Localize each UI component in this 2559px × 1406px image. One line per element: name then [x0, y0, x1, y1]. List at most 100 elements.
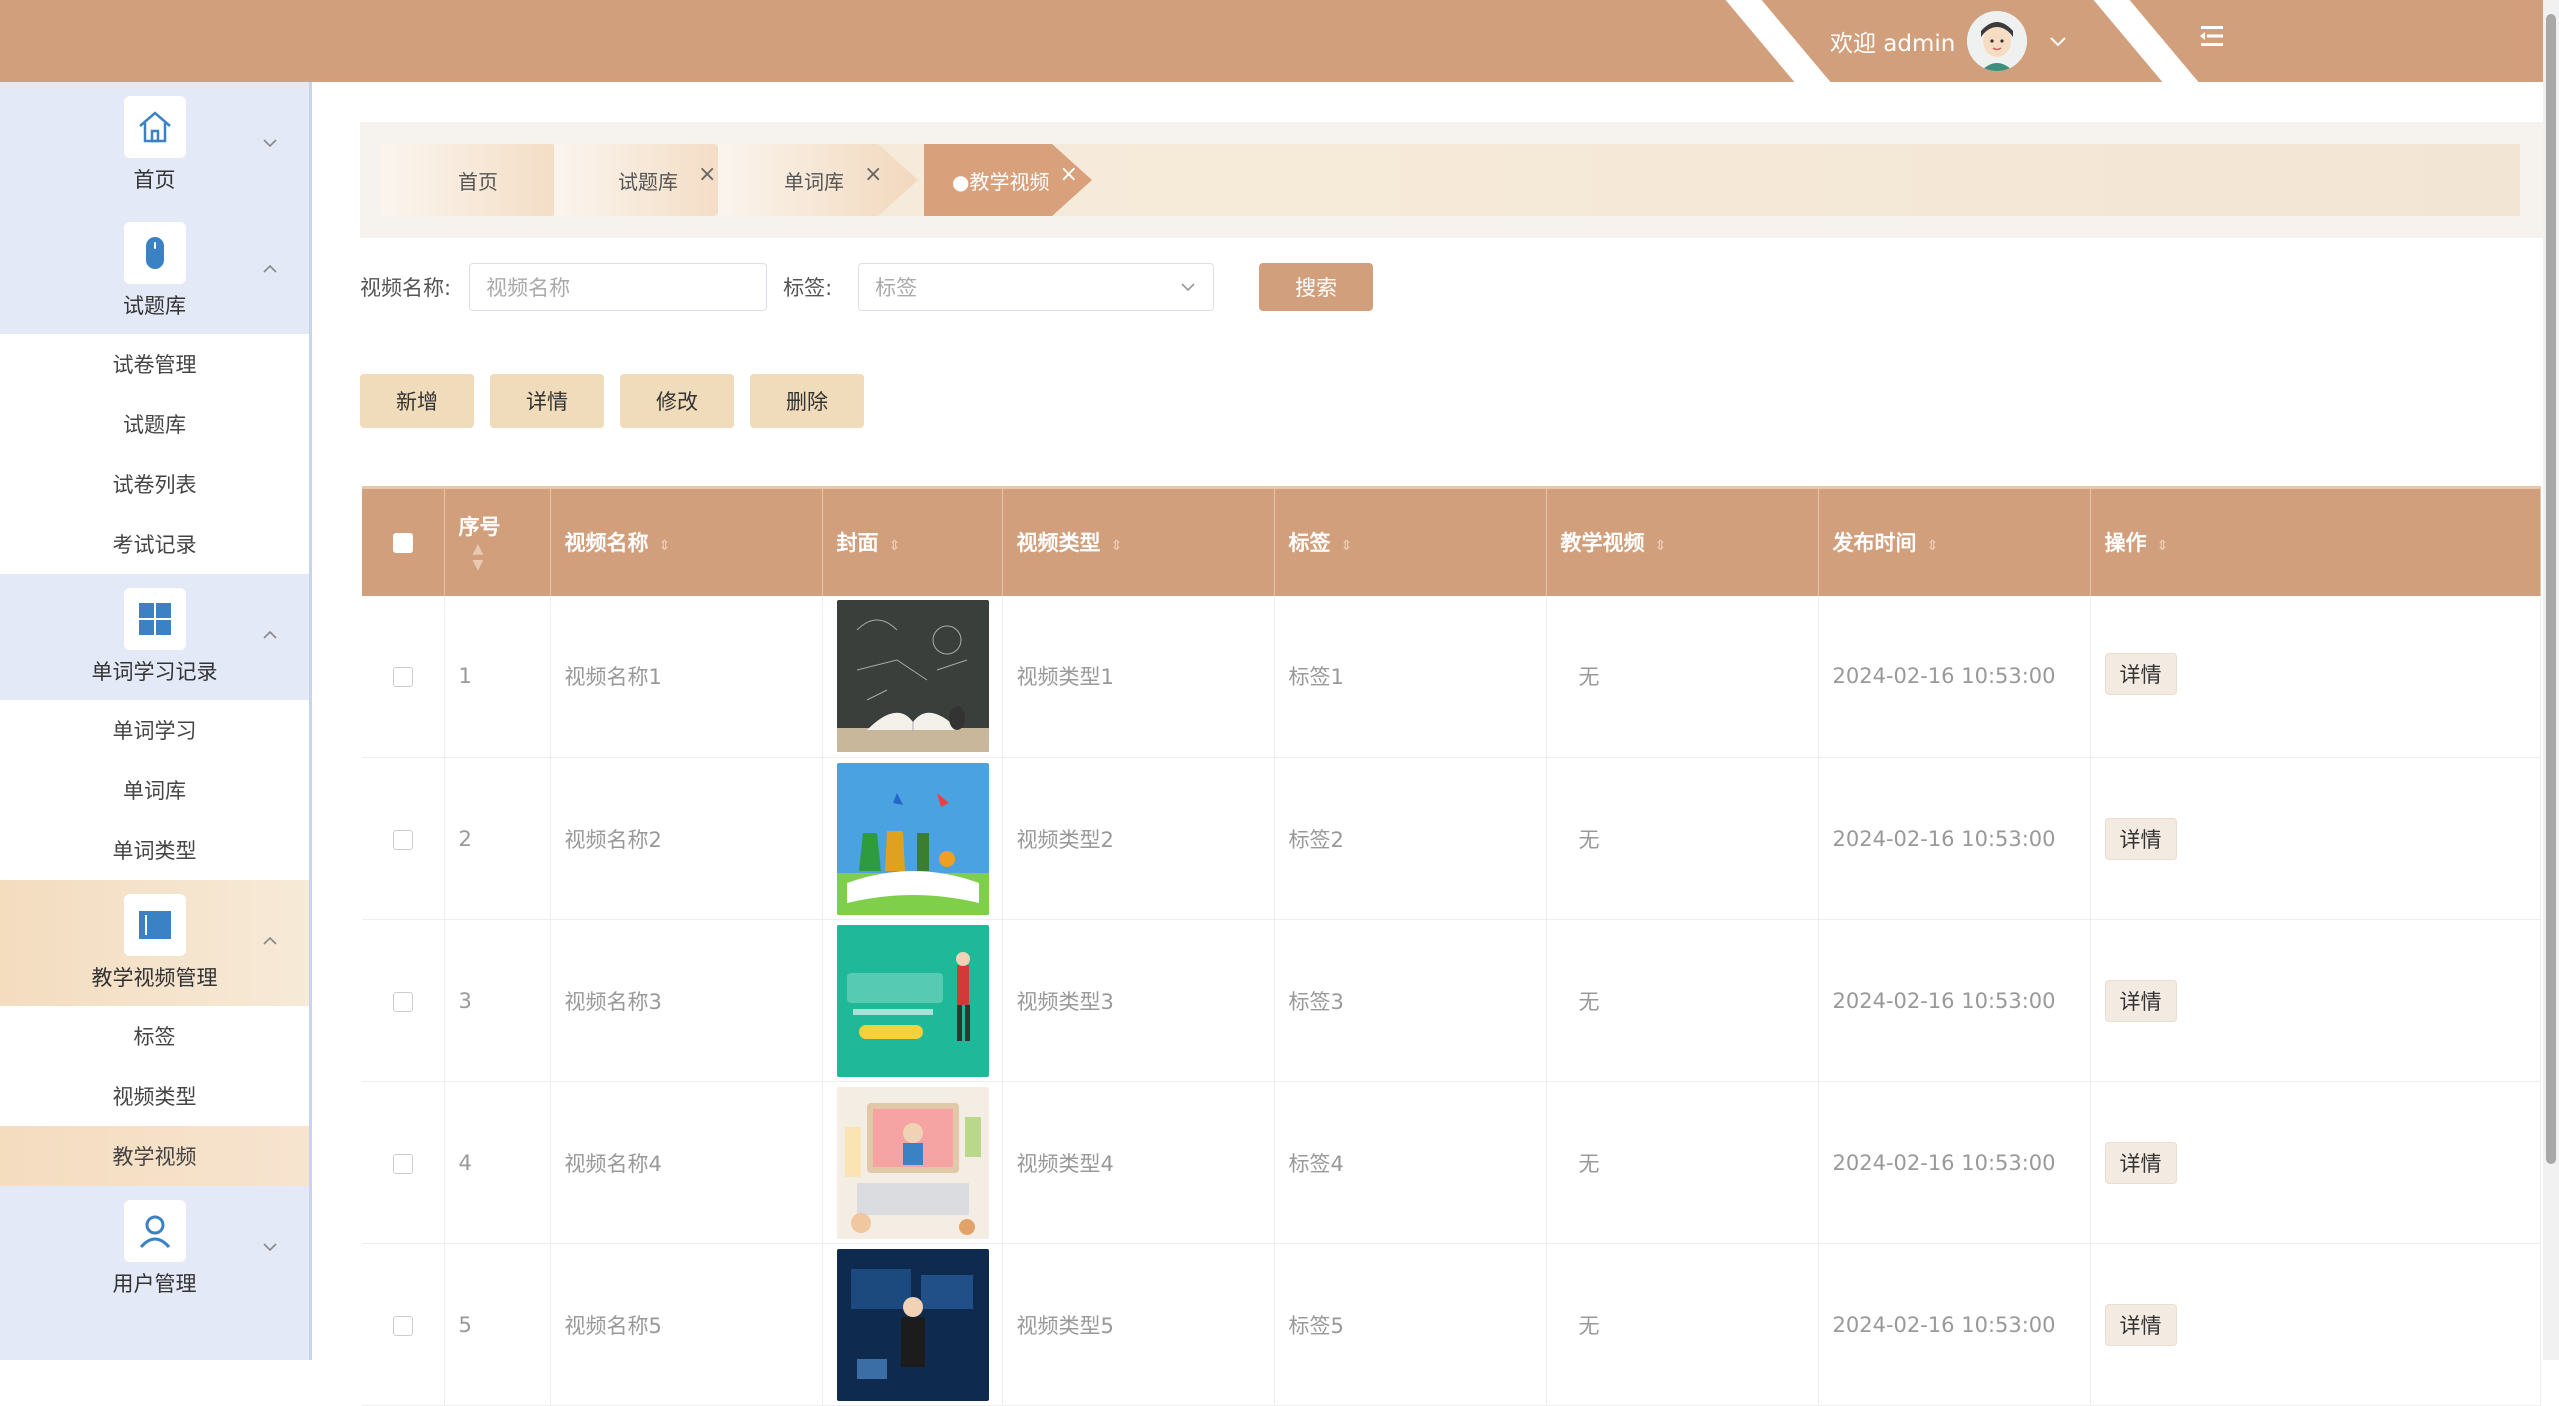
delete-button[interactable]: 删除 — [750, 374, 864, 428]
sidebar-item-tags[interactable]: 标签 — [0, 1006, 309, 1066]
chevron-up-icon[interactable] — [261, 626, 279, 644]
cover-thumbnail[interactable] — [836, 1086, 989, 1239]
sidebar-group-home[interactable]: 首页 — [0, 82, 309, 208]
mouse-icon — [145, 237, 164, 269]
column-header-video-type[interactable]: 视频类型 ⇕ — [1002, 486, 1275, 596]
avatar[interactable] — [1967, 11, 2028, 71]
user-menu[interactable]: 欢迎 admin — [1830, 0, 2069, 82]
avatar-icon — [1967, 11, 2028, 71]
sort-icon[interactable]: ⇕ — [889, 538, 901, 554]
cell-cover — [822, 1081, 1003, 1244]
column-header-video-name[interactable]: 视频名称 ⇕ — [550, 486, 823, 596]
close-icon[interactable]: × — [864, 162, 882, 187]
close-icon[interactable]: × — [698, 162, 716, 187]
sort-icon[interactable]: ⇕ — [1655, 538, 1667, 554]
row-select-cell — [362, 1081, 445, 1244]
sidebar-item-exam-records[interactable]: 考试记录 — [0, 514, 309, 574]
column-header-teaching-video[interactable]: 教学视频 ⇕ — [1546, 486, 1819, 596]
sidebar-item-video-type[interactable]: 视频类型 — [0, 1066, 309, 1126]
row-select-cell — [362, 919, 445, 1082]
row-detail-button[interactable]: 详情 — [2104, 979, 2177, 1022]
tag-select[interactable]: 标签 — [858, 263, 1215, 311]
row-detail-button[interactable]: 详情 — [2104, 817, 2177, 860]
row-checkbox[interactable] — [392, 991, 413, 1012]
row-checkbox[interactable] — [392, 829, 413, 850]
table-row[interactable]: 1 视频名称1 视频类型1 标签1 无 2024-02-16 10:53:00 … — [362, 595, 2541, 758]
chevron-up-icon[interactable] — [261, 260, 279, 278]
sidebar-group-teaching-video[interactable]: 教学视频管理 — [0, 880, 309, 1006]
tab-label: 试题库 — [618, 169, 678, 194]
cell-video-type: 视频类型5 — [1002, 1243, 1275, 1406]
sort-icon[interactable]: ⇕ — [1927, 538, 1939, 554]
sort-icon[interactable]: ⇕ — [2157, 538, 2169, 554]
row-detail-button[interactable]: 详情 — [2104, 1141, 2177, 1184]
column-header-index[interactable]: 序号 ▲ ▼ — [444, 486, 551, 596]
table-row[interactable]: 2 视频名称2 视频类型2 标签2 无 2024-02-16 10:53:00 … — [362, 757, 2541, 920]
cover-thumbnail[interactable] — [836, 924, 989, 1077]
sidebar-item-exam-paper-list[interactable]: 试卷列表 — [0, 454, 309, 514]
sidebar-item-question-bank[interactable]: 试题库 — [0, 394, 309, 454]
cell-video-name: 视频名称1 — [550, 595, 823, 758]
sidebar-group-question-bank[interactable]: 试题库 — [0, 208, 309, 334]
cell-teaching-video: 无 — [1546, 1243, 1819, 1406]
sort-icon[interactable]: ⇕ — [1111, 538, 1123, 554]
chevron-down-icon[interactable] — [261, 1238, 279, 1256]
cell-tag: 标签1 — [1274, 595, 1547, 758]
sort-icon[interactable]: ⇕ — [1341, 538, 1353, 554]
table-row[interactable]: 4 视频名称4 视频类型4 标签4 无 2024-02-16 10:53:00 … — [362, 1081, 2541, 1244]
welcome-text: 欢迎 admin — [1830, 31, 1956, 57]
cover-thumbnail[interactable] — [836, 762, 989, 915]
cell-index: 3 — [444, 919, 551, 1082]
column-header-tag[interactable]: 标签 ⇕ — [1274, 486, 1547, 596]
close-icon[interactable]: × — [1059, 162, 1077, 187]
search-button[interactable]: 搜索 — [1259, 263, 1374, 311]
tab-word-bank[interactable]: 单词库 × — [718, 144, 918, 216]
row-detail-button[interactable]: 详情 — [2104, 653, 2177, 696]
cell-index: 5 — [444, 1243, 551, 1406]
table-row[interactable]: 5 视频名称5 视频类型5 标签5 无 2024-02-16 10:53:00 — [362, 1243, 2541, 1406]
table-row[interactable]: 3 视频名称3 视频类型3 标签3 无 2024-02-16 10:53:00 … — [362, 919, 2541, 1082]
sort-icon[interactable]: ⇕ — [659, 538, 671, 554]
row-checkbox[interactable] — [392, 1153, 413, 1174]
cover-thumbnail[interactable] — [836, 1248, 989, 1401]
chevron-down-icon[interactable] — [261, 134, 279, 152]
sidebar-item-exam-paper-management[interactable]: 试卷管理 — [0, 334, 309, 394]
chevron-up-icon[interactable] — [261, 932, 279, 950]
row-detail-button[interactable]: 详情 — [2104, 1303, 2177, 1346]
sidebar-item-word-type[interactable]: 单词类型 — [0, 820, 309, 880]
detail-button[interactable]: 详情 — [490, 374, 604, 428]
video-name-input[interactable]: 视频名称 — [469, 263, 768, 311]
column-header-label: 发布时间 — [1832, 531, 1917, 556]
sidebar-group-word-study[interactable]: 单词学习记录 — [0, 574, 309, 700]
video-name-label: 视频名称: — [360, 276, 452, 300]
column-header-publish-time[interactable]: 发布时间 ⇕ — [1818, 486, 2091, 596]
column-header-actions[interactable]: 操作 ⇕ — [2090, 486, 2541, 596]
row-checkbox[interactable] — [392, 667, 413, 688]
sidebar-group-user-management[interactable]: 用户管理 — [0, 1186, 309, 1312]
row-checkbox[interactable] — [392, 1315, 413, 1336]
sidebar-group-label: 试题库 — [123, 294, 186, 318]
page-scrollbar[interactable] — [2543, 0, 2559, 1360]
cover-thumbnail[interactable] — [836, 600, 989, 753]
scrollbar-thumb[interactable] — [2546, 14, 2556, 1164]
select-all-checkbox[interactable] — [392, 533, 413, 554]
sort-icon[interactable]: ▲ ▼ — [473, 541, 484, 573]
column-header-label: 视频名称 — [564, 531, 649, 556]
cell-cover — [822, 757, 1003, 920]
sidebar-item-word-bank[interactable]: 单词库 — [0, 760, 309, 820]
row-select-cell — [362, 757, 445, 920]
sidebar-item-word-study[interactable]: 单词学习 — [0, 700, 309, 760]
cell-cover — [822, 919, 1003, 1082]
cell-actions: 详情 — [2090, 757, 2541, 920]
edit-button[interactable]: 修改 — [620, 374, 734, 428]
add-button[interactable]: 新增 — [360, 374, 474, 428]
tab-teaching-video[interactable]: ●教学视频 × — [924, 144, 1092, 216]
tab-bar: 首页 试题库 × 单词库 × ●教学视频 × — [382, 144, 2520, 216]
sidebar-item-teaching-video[interactable]: 教学视频 — [0, 1126, 309, 1186]
sidebar-group-label: 单词学习记录 — [91, 660, 218, 684]
chevron-down-icon[interactable] — [2047, 30, 2069, 52]
column-header-cover[interactable]: 封面 ⇕ — [822, 486, 1003, 596]
video-table: 序号 ▲ ▼ 视频名称 ⇕ 封面 ⇕ 视频类型 ⇕ 标签 ⇕ 教学视频 ⇕ 发布… — [362, 486, 2541, 1406]
menu-fold-icon[interactable] — [2197, 22, 2225, 50]
submenu-question-bank: 试卷管理 试题库 试卷列表 考试记录 — [0, 334, 309, 574]
